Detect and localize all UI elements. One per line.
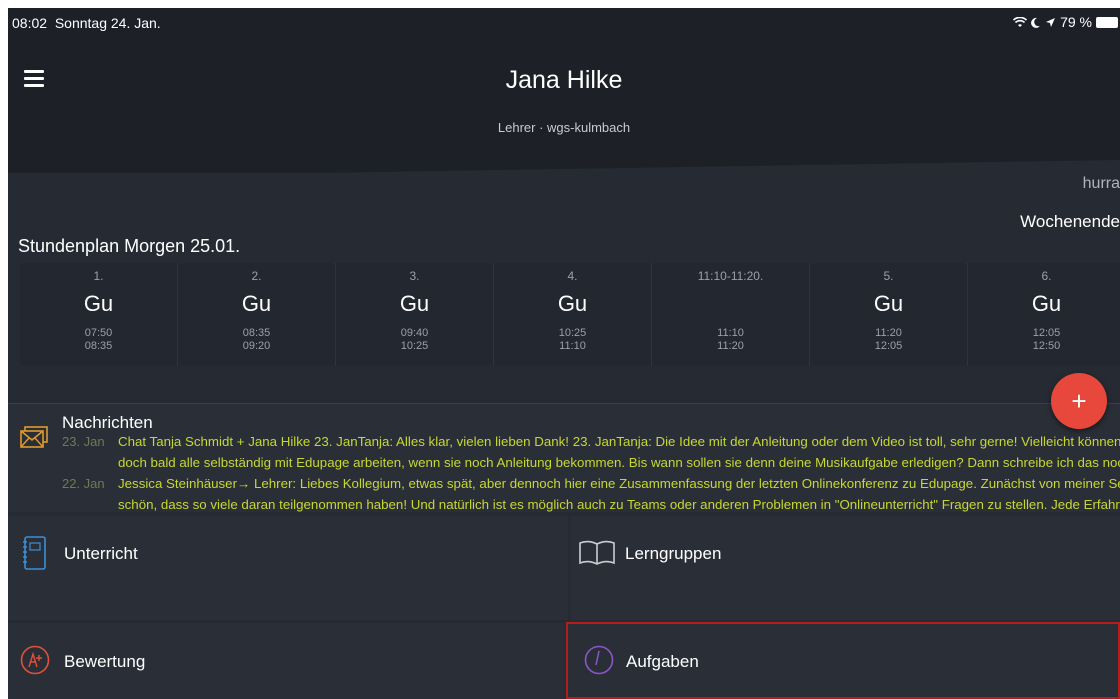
schedule-slot[interactable]: 3. Gu 09:40 10:25 xyxy=(336,263,494,366)
slot-start: 10:25 xyxy=(558,327,587,339)
greeting-line1: hurra xyxy=(1082,175,1120,192)
tile-aufgaben[interactable]: Aufgaben xyxy=(566,622,1120,699)
tile-label: Aufgaben xyxy=(626,652,699,671)
wifi-icon xyxy=(1013,16,1028,27)
user-name: Jana Hilke xyxy=(505,66,623,94)
tile-label: Lerngruppen xyxy=(625,544,722,563)
slot-end: 08:35 xyxy=(84,340,113,352)
profile-header: Jana Hilke Lehrer · wgs-kulmbach xyxy=(8,38,1120,173)
status-time: 08:02 xyxy=(12,15,48,31)
battery-icon xyxy=(1096,16,1118,28)
envelope-icon xyxy=(20,426,48,448)
slot-subject: Gu xyxy=(1031,291,1062,316)
schedule-title: Stundenplan Morgen 25.01. xyxy=(18,236,241,256)
book-icon xyxy=(579,540,615,565)
message-text[interactable]: Chat Tanja Schmidt + Jana Hilke 23. JanT… xyxy=(118,434,1120,449)
status-bar: 08:02 Sonntag 24. Jan. 79 % xyxy=(8,8,1120,38)
tile-label: Unterricht xyxy=(64,544,138,563)
status-right: 79 % xyxy=(1013,14,1118,30)
tile-lerngruppen[interactable]: Lerngruppen xyxy=(571,516,1120,620)
slot-start: 11:20 xyxy=(875,327,902,339)
slot-end: 11:20 xyxy=(717,340,744,352)
slot-number: 3. xyxy=(409,269,420,283)
schedule-strip: 1. Gu 07:50 08:35 2. Gu 08:35 09:20 3. G… xyxy=(20,263,1120,366)
slot-start: 08:35 xyxy=(242,327,271,339)
schedule-break-slot[interactable]: 11:10-11:20. 11:10 11:20 xyxy=(652,263,810,366)
battery-percent: 79 % xyxy=(1060,14,1092,30)
status-date: Sonntag 24. Jan. xyxy=(54,15,161,31)
slot-number: 2. xyxy=(251,269,262,283)
messages-title: Nachrichten xyxy=(62,413,153,432)
tile-bewertung[interactable]: Bewertung xyxy=(8,623,565,699)
status-time-date: 08:02 Sonntag 24. Jan. xyxy=(12,15,161,31)
slot-number: 6. xyxy=(1041,269,1052,283)
schedule-slot[interactable]: 5. Gu 11:20 12:05 xyxy=(810,263,968,366)
schedule-slot[interactable]: 4. Gu 10:25 11:10 xyxy=(494,263,652,366)
slot-subject: Gu xyxy=(241,291,272,316)
tile-unterricht[interactable]: Unterricht xyxy=(8,516,568,620)
slot-start: 09:40 xyxy=(400,327,429,339)
grade-icon xyxy=(20,645,50,675)
notebook-icon xyxy=(23,536,46,570)
slot-number: 4. xyxy=(567,269,578,283)
slot-end: 12:50 xyxy=(1032,340,1061,352)
location-arrow-icon xyxy=(1046,17,1056,27)
slot-end: 09:20 xyxy=(242,340,271,352)
slot-subject: Gu xyxy=(873,291,904,316)
message-text[interactable]: Jessica Steinhäuser→ Lehrer: Liebes Koll… xyxy=(118,476,1120,491)
greeting-line2: Wochenende xyxy=(1020,212,1120,231)
slot-end: 11:10 xyxy=(559,340,586,352)
message-text[interactable]: doch bald alle selbständig mit Edupage a… xyxy=(118,455,1120,470)
slot-start: 07:50 xyxy=(84,327,113,339)
schedule-slot[interactable]: 1. Gu 07:50 08:35 xyxy=(20,263,178,366)
slot-subject: Gu xyxy=(399,291,430,316)
slot-number: 5. xyxy=(883,269,894,283)
screen-edge-left xyxy=(0,0,8,699)
message-date: 23. Jan xyxy=(62,434,105,449)
slot-end: 10:25 xyxy=(400,340,429,352)
slot-number: 1. xyxy=(93,269,104,283)
schedule-slot[interactable]: 2. Gu 08:35 09:20 xyxy=(178,263,336,366)
add-button[interactable]: + xyxy=(1051,373,1107,429)
user-role: Lehrer · wgs-kulmbach xyxy=(497,120,631,135)
message-date: 22. Jan xyxy=(62,476,105,491)
moon-icon xyxy=(1031,17,1041,28)
schedule-slot[interactable]: 6. Gu 12:05 12:50 xyxy=(968,263,1120,366)
slot-end: 12:05 xyxy=(874,340,903,352)
slot-subject: Gu xyxy=(83,291,114,316)
tile-label: Bewertung xyxy=(64,652,146,671)
screen-edge-top xyxy=(0,0,1120,8)
message-text[interactable]: schön, dass so viele daran teilgenommen … xyxy=(118,497,1120,512)
slot-start: 12:05 xyxy=(1032,327,1061,339)
slot-start: 11:10 xyxy=(717,327,744,339)
slot-subject: Gu xyxy=(557,291,588,316)
slot-number: 11:10-11:20. xyxy=(697,269,764,283)
clock-icon xyxy=(584,645,614,675)
